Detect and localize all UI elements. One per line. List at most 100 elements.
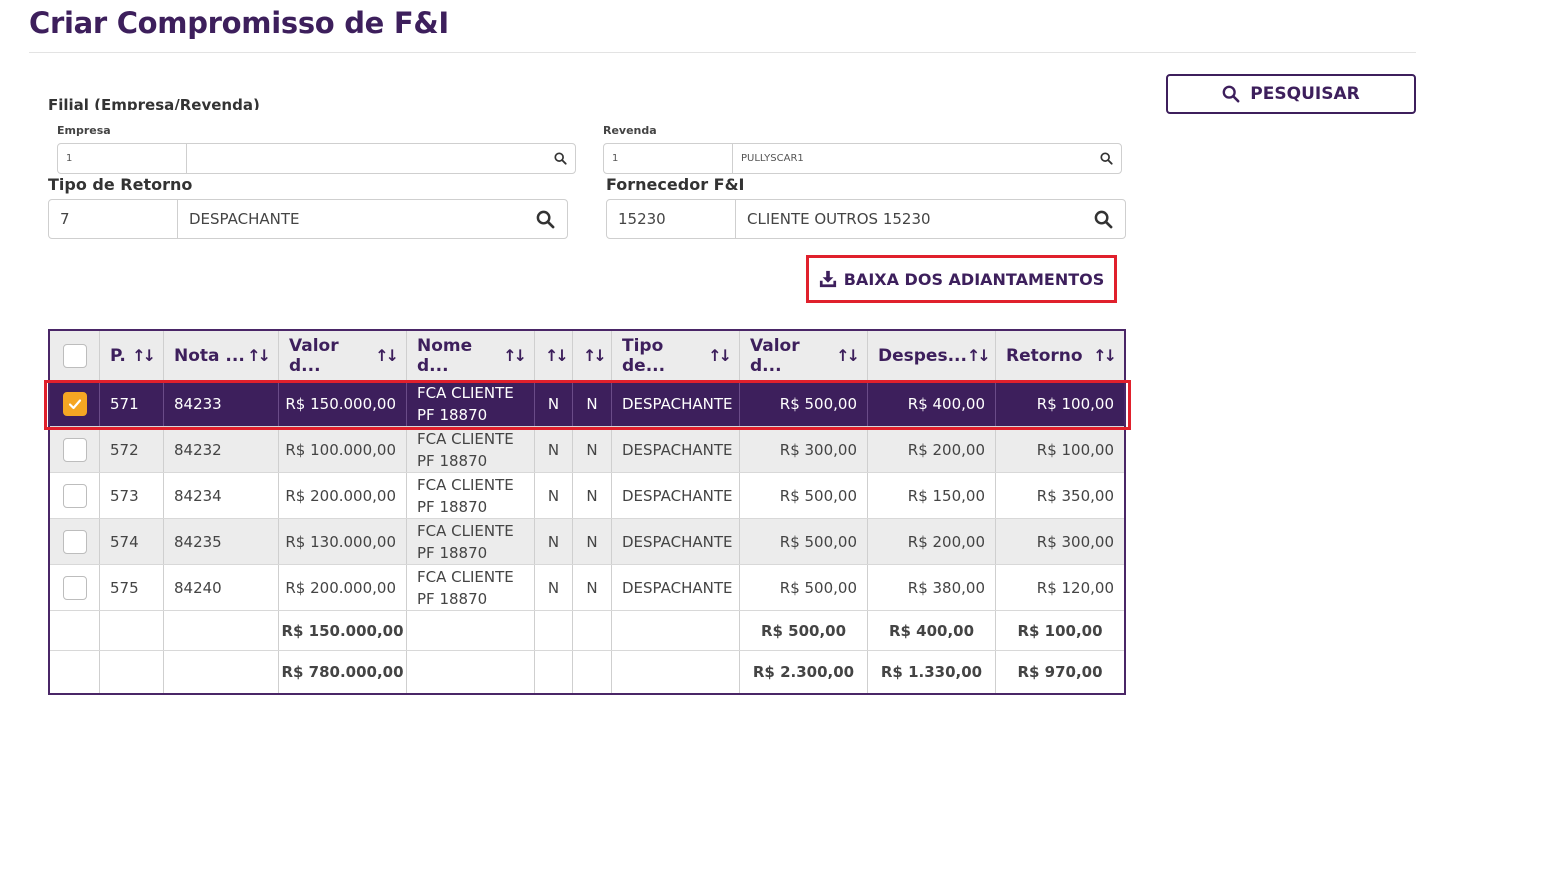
cell-valor: R$ 200.000,00 — [279, 473, 407, 518]
sort-icon[interactable]: ↑↓ — [503, 346, 527, 365]
tipo-retorno-code-input[interactable]: 7 — [49, 200, 178, 238]
table-row[interactable]: 572 84232 R$ 100.000,00 FCA CLIENTE PF 1… — [50, 427, 1124, 473]
table-row[interactable]: 571 84233 R$ 150.000,00 FCA CLIENTE PF 1… — [50, 381, 1124, 427]
row-select-cell[interactable] — [50, 427, 100, 472]
cell-despesa: R$ 400,00 — [868, 381, 996, 426]
sort-icon[interactable]: ↑↓ — [247, 346, 271, 365]
header-despesa[interactable]: Despes... ↑↓ — [868, 331, 996, 380]
header-valor-retorno[interactable]: Valor d... ↑↓ — [740, 331, 868, 380]
revenda-label: Revenda — [603, 124, 657, 137]
grand-total-valor: R$ 780.000,00 — [279, 651, 407, 693]
sort-icon[interactable]: ↑↓ — [836, 346, 860, 365]
fornecedor-search-icon[interactable] — [1081, 210, 1125, 229]
cell-nota: 84232 — [164, 427, 279, 472]
page-title: Criar Compromisso de F&I — [29, 6, 449, 40]
tipo-retorno-desc-input[interactable]: DESPACHANTE — [178, 210, 523, 228]
row-checkbox[interactable] — [62, 437, 87, 462]
header-p[interactable]: P. ↑↓ — [100, 331, 164, 380]
cell-nome: FCA CLIENTE PF 18870 — [407, 473, 535, 518]
tipo-retorno-field[interactable]: 7 DESPACHANTE — [48, 199, 568, 239]
cell-despesa: R$ 380,00 — [868, 565, 996, 610]
grand-total-valor-retorno: R$ 2.300,00 — [740, 651, 868, 693]
row-checkbox[interactable] — [62, 575, 87, 600]
sort-icon[interactable]: ↑↓ — [375, 346, 399, 365]
cell-despesa: R$ 200,00 — [868, 427, 996, 472]
sort-icon[interactable]: ↑↓ — [967, 346, 991, 365]
row-checkbox[interactable] — [62, 483, 87, 508]
cell-flag-1: N — [535, 565, 573, 610]
cell-valor: R$ 200.000,00 — [279, 565, 407, 610]
revenda-field[interactable]: 1 PULLYSCAR1 — [603, 143, 1122, 174]
grand-total-row: R$ 780.000,00 R$ 2.300,00 R$ 1.330,00 R$… — [50, 651, 1124, 693]
cell-flag-2: N — [573, 427, 612, 472]
cell-retorno: R$ 100,00 — [1036, 394, 1114, 413]
cell-p: 572 — [100, 427, 164, 472]
cell-tipo: DESPACHANTE — [612, 427, 740, 472]
fornecedor-label: Fornecedor F&I — [606, 175, 745, 194]
table-row[interactable]: 575 84240 R$ 200.000,00 FCA CLIENTE PF 1… — [50, 565, 1124, 611]
select-all-checkbox[interactable] — [62, 343, 87, 368]
cell-tipo: DESPACHANTE — [612, 565, 740, 610]
header-tipo[interactable]: Tipo de... ↑↓ — [612, 331, 740, 380]
empresa-code-input[interactable]: 1 — [58, 144, 187, 173]
header-nome[interactable]: Nome d... ↑↓ — [407, 331, 535, 380]
data-grid: P. ↑↓ Nota ... ↑↓ Valor d... ↑↓ Nome d... ↑↓… — [48, 329, 1126, 695]
sort-icon[interactable]: ↑↓ — [132, 346, 156, 365]
header-select-all[interactable] — [50, 331, 100, 380]
sort-icon[interactable]: ↑↓ — [583, 346, 607, 365]
revenda-search-icon[interactable] — [1091, 152, 1121, 165]
search-button-label: PESQUISAR — [1250, 84, 1360, 104]
header-flag-1[interactable]: ↑↓ — [535, 331, 573, 380]
row-checkbox[interactable] — [62, 391, 87, 416]
cell-retorno: R$ 100,00 — [1036, 440, 1114, 459]
sort-icon[interactable]: ↑↓ — [708, 346, 732, 365]
cell-valor: R$ 150.000,00 — [279, 381, 407, 426]
title-divider — [29, 52, 1416, 53]
fornecedor-code-input[interactable]: 15230 — [607, 200, 736, 238]
check-icon — [68, 398, 81, 409]
cell-flag-2: N — [573, 565, 612, 610]
total-valor-retorno: R$ 500,00 — [740, 611, 868, 650]
tipo-retorno-search-icon[interactable] — [523, 210, 567, 229]
cell-despesa: R$ 150,00 — [868, 473, 996, 518]
row-select-cell[interactable] — [50, 473, 100, 518]
cell-nome: FCA CLIENTE PF 18870 — [407, 519, 535, 564]
search-button[interactable]: PESQUISAR — [1166, 74, 1416, 114]
cell-tipo: DESPACHANTE — [612, 473, 740, 518]
empresa-field[interactable]: 1 — [57, 143, 576, 174]
cell-flag-1: N — [535, 519, 573, 564]
sort-icon[interactable]: ↑↓ — [1093, 346, 1117, 365]
cell-retorno: R$ 120,00 — [1036, 578, 1114, 597]
cell-p: 573 — [100, 473, 164, 518]
cell-flag-2: N — [573, 473, 612, 518]
cell-nota: 84235 — [164, 519, 279, 564]
cell-nome: FCA CLIENTE PF 18870 — [407, 381, 535, 426]
total-retorno: R$ 100,00 — [1017, 621, 1103, 640]
header-flag-2[interactable]: ↑↓ — [573, 331, 612, 380]
revenda-code-input[interactable]: 1 — [604, 144, 733, 173]
baixa-adiantamentos-button[interactable]: BAIXA DOS ADIANTAMENTOS — [812, 261, 1111, 297]
table-row[interactable]: 573 84234 R$ 200.000,00 FCA CLIENTE PF 1… — [50, 473, 1124, 519]
header-valor[interactable]: Valor d... ↑↓ — [279, 331, 407, 380]
cell-valor: R$ 130.000,00 — [279, 519, 407, 564]
header-nota[interactable]: Nota ... ↑↓ — [164, 331, 279, 380]
cell-valor-retorno: R$ 500,00 — [740, 473, 868, 518]
search-icon — [1222, 85, 1240, 103]
row-select-cell[interactable] — [50, 519, 100, 564]
sort-icon[interactable]: ↑↓ — [545, 346, 569, 365]
grid-header-row: P. ↑↓ Nota ... ↑↓ Valor d... ↑↓ Nome d... ↑↓… — [50, 331, 1124, 381]
tipo-retorno-label: Tipo de Retorno — [48, 175, 193, 194]
cell-p: 575 — [100, 565, 164, 610]
header-retorno[interactable]: Retorno ↑↓ — [996, 331, 1124, 380]
cell-valor-retorno: R$ 500,00 — [740, 565, 868, 610]
fornecedor-field[interactable]: 15230 CLIENTE OUTROS 15230 — [606, 199, 1126, 239]
row-select-cell[interactable] — [50, 381, 100, 426]
row-select-cell[interactable] — [50, 565, 100, 610]
fornecedor-desc-input[interactable]: CLIENTE OUTROS 15230 — [736, 210, 1081, 228]
empresa-search-icon[interactable] — [545, 152, 575, 165]
cell-tipo: DESPACHANTE — [612, 519, 740, 564]
grand-total-retorno: R$ 970,00 — [1017, 663, 1103, 681]
row-checkbox[interactable] — [62, 529, 87, 554]
table-row[interactable]: 574 84235 R$ 130.000,00 FCA CLIENTE PF 1… — [50, 519, 1124, 565]
revenda-desc-input[interactable]: PULLYSCAR1 — [733, 153, 1091, 164]
